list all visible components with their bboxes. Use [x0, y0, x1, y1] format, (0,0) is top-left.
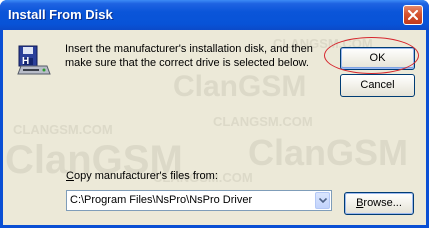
- browse-label-text: rowse...: [363, 197, 402, 209]
- browse-button[interactable]: Browse...: [344, 192, 414, 215]
- watermark-site: CLANGSM.COM: [13, 122, 113, 137]
- source-path-value[interactable]: C:\Program Files\NsPro\NsPro Driver: [70, 194, 252, 206]
- instruction-text: Insert the manufacturer's installation d…: [65, 43, 313, 69]
- chevron-down-icon: [319, 198, 327, 203]
- close-icon: [408, 10, 418, 20]
- window-title: Install From Disk: [8, 7, 113, 22]
- title-bar: Install From Disk: [0, 0, 429, 30]
- watermark-brand: ClanGSM: [248, 132, 409, 173]
- watermark-brand: ClanGSM: [173, 70, 307, 103]
- watermark-site: CLANGSM.COM: [213, 114, 313, 129]
- cancel-button[interactable]: Cancel: [340, 74, 415, 97]
- copy-from-label-mnemonic: C: [66, 170, 74, 182]
- install-from-disk-window: Install From Disk CLANGSM.COM ClanGSM CL…: [0, 0, 429, 228]
- svg-text:H: H: [22, 56, 29, 67]
- ok-button-highlight: [324, 37, 419, 74]
- dialog-body: CLANGSM.COM ClanGSM CLANGSM.COM CLANGSM.…: [3, 30, 426, 225]
- copy-from-label-text: opy manufacturer's files from:: [73, 170, 218, 182]
- source-path-combobox[interactable]: C:\Program Files\NsPro\NsPro Driver: [66, 190, 332, 211]
- path-dropdown-button[interactable]: [315, 192, 330, 209]
- disk-install-icon: H: [17, 45, 51, 75]
- close-button[interactable]: [403, 5, 423, 25]
- copy-from-label: Copy manufacturer's files from:: [66, 170, 218, 182]
